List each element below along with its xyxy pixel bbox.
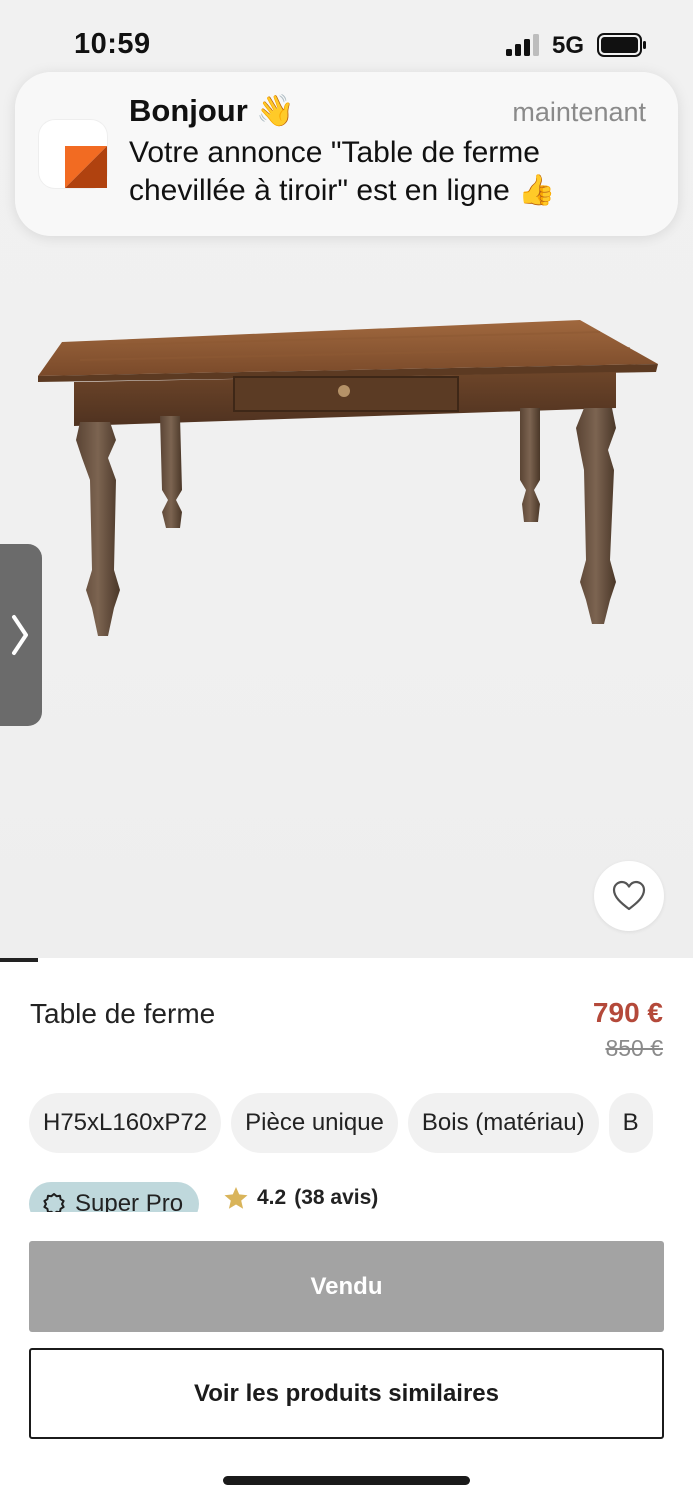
notification-title: Bonjour 👋: [129, 93, 296, 128]
review-count: (38 avis): [294, 1186, 379, 1209]
similar-products-button[interactable]: Voir les produits similaires: [29, 1348, 664, 1439]
seller-rating[interactable]: 4.2 (38 avis): [223, 1186, 378, 1210]
star-icon: [224, 1187, 248, 1209]
sold-button[interactable]: Vendu: [29, 1241, 664, 1332]
rating-value: 4.2: [257, 1186, 287, 1209]
rosette-icon: [43, 1193, 65, 1212]
network-type: 5G: [552, 32, 585, 59]
app-icon: [39, 120, 107, 188]
attribute-tags[interactable]: H75xL160xP72 Pièce unique Bois (matériau) B: [29, 1093, 693, 1153]
tag-material[interactable]: Bois (matériau): [407, 1093, 599, 1153]
gallery-progress: [0, 958, 693, 962]
tag-unique-piece[interactable]: Pièce unique: [231, 1093, 398, 1153]
signal-icon: [506, 34, 539, 56]
status-time: 10:59: [74, 28, 151, 60]
tag-dimensions[interactable]: H75xL160xP72: [29, 1093, 222, 1153]
notification-time: maintenant: [512, 97, 646, 127]
super-pro-badge[interactable]: Super Pro: [29, 1182, 200, 1212]
product-price: 790 €: [592, 997, 663, 1028]
notification-body: Votre annonce "Table de ferme chevillée …: [129, 136, 556, 207]
notification-banner[interactable]: Bonjour 👋 maintenant Votre annonce "Tabl…: [15, 72, 678, 236]
heart-icon: [612, 880, 646, 911]
product-photo: [38, 320, 658, 636]
product-title: Table de ferme: [30, 998, 216, 1029]
super-pro-label: Super Pro: [75, 1190, 184, 1212]
product-old-price: 850 €: [605, 1035, 663, 1061]
chevron-right-icon: [12, 615, 28, 655]
favorite-button[interactable]: [594, 861, 664, 931]
battery-icon: [597, 33, 646, 57]
home-indicator[interactable]: [223, 1476, 470, 1485]
gallery-progress-fill: [0, 958, 39, 962]
seller-row: Super Pro 4.2 (38 avis): [29, 1182, 693, 1212]
tag-more[interactable]: B: [608, 1093, 653, 1153]
carousel-next-button[interactable]: [0, 544, 42, 726]
